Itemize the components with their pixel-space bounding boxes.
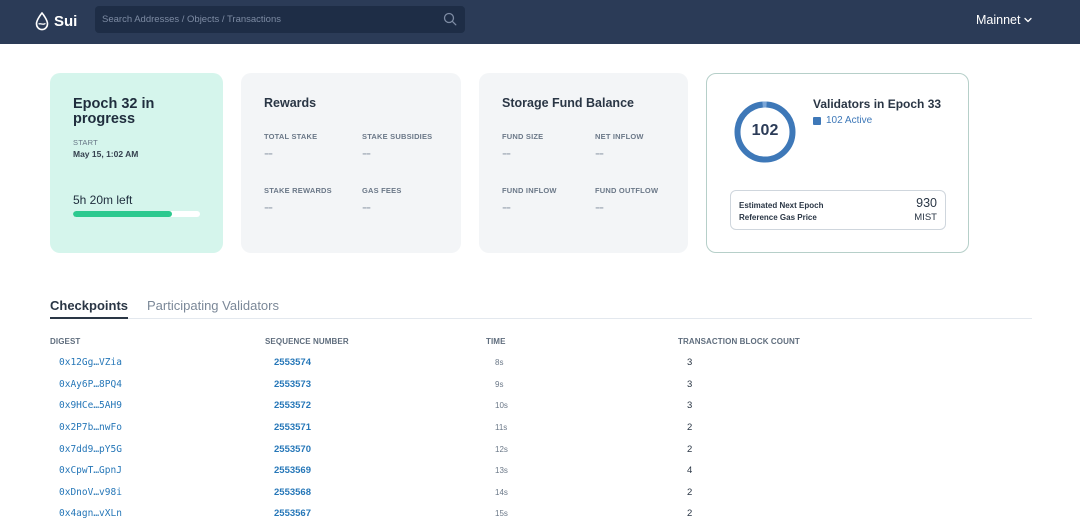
fund-inflow-value: -- bbox=[502, 199, 511, 216]
validators-card: 102 Validators in Epoch 33 102 Active Es… bbox=[706, 73, 969, 253]
tab-checkpoints[interactable]: Checkpoints bbox=[50, 298, 129, 319]
gas-price-value: 930 bbox=[916, 196, 937, 210]
table-row: 0x7dd9…pY5G 2553570 12s 2 bbox=[50, 438, 1032, 460]
epoch-start-label: START bbox=[73, 138, 98, 147]
sequence-number-link[interactable]: 2553569 bbox=[274, 460, 311, 482]
gas-price-unit: MIST bbox=[914, 212, 937, 223]
top-navigation-bar: Sui Mainnet bbox=[0, 0, 1080, 44]
sequence-number-link[interactable]: 2553568 bbox=[274, 482, 311, 504]
gas-fees-value: -- bbox=[362, 199, 371, 216]
validators-title: Validators in Epoch 33 bbox=[813, 97, 942, 111]
stake-rewards-value: -- bbox=[264, 199, 273, 216]
rewards-title: Rewards bbox=[264, 96, 317, 110]
transaction-block-count-cell: 2 bbox=[687, 443, 693, 455]
time-cell: 13s bbox=[495, 466, 508, 476]
transaction-block-count-cell: 3 bbox=[687, 378, 693, 390]
table-row: 0x12Gg…VZia 2553574 8s 3 bbox=[50, 352, 1032, 374]
table-row: 0xCpwT…GpnJ 2553569 13s 4 bbox=[50, 460, 1032, 482]
column-header-sequence-number: SEQUENCE NUMBER bbox=[265, 337, 349, 346]
storage-fund-card: Storage Fund Balance FUND SIZE -- NET IN… bbox=[479, 73, 688, 253]
epoch-progress-bar bbox=[73, 211, 200, 217]
storage-fund-title: Storage Fund Balance bbox=[502, 96, 634, 110]
sequence-number-link[interactable]: 2553573 bbox=[274, 374, 311, 396]
epoch-title: Epoch 32 in progress bbox=[73, 96, 155, 127]
network-label: Mainnet bbox=[976, 13, 1021, 27]
time-cell: 11s bbox=[495, 423, 508, 433]
column-header-time: TIME bbox=[486, 337, 506, 346]
active-validators-label: 102 Active bbox=[826, 115, 873, 126]
tab-participating-validators[interactable]: Participating Validators bbox=[147, 298, 279, 319]
column-header-digest: DIGEST bbox=[50, 337, 81, 346]
digest-link[interactable]: 0xCpwT…GpnJ bbox=[59, 460, 122, 482]
transaction-block-count-cell: 3 bbox=[687, 400, 693, 412]
stake-subsidies-label: STAKE SUBSIDIES bbox=[362, 132, 433, 141]
digest-link[interactable]: 0x12Gg…VZia bbox=[59, 352, 122, 374]
time-cell: 15s bbox=[495, 509, 508, 519]
time-cell: 10s bbox=[495, 401, 508, 411]
sequence-number-link[interactable]: 2553567 bbox=[274, 503, 311, 525]
digest-link[interactable]: 0x7dd9…pY5G bbox=[59, 438, 122, 460]
column-header-transaction-block-count: TRANSACTION BLOCK COUNT bbox=[678, 337, 800, 346]
validators-count: 102 bbox=[751, 122, 779, 139]
search-input[interactable] bbox=[95, 6, 435, 33]
chevron-down-icon bbox=[1024, 17, 1033, 23]
epoch-start-date: May 15, 1:02 AM bbox=[73, 149, 139, 159]
epoch-progress-fill bbox=[73, 211, 173, 217]
stake-rewards-label: STAKE REWARDS bbox=[264, 186, 332, 195]
rewards-card: Rewards TOTAL STAKE -- STAKE SUBSIDIES -… bbox=[241, 73, 461, 253]
digest-link[interactable]: 0x4agn…vXLn bbox=[59, 503, 122, 525]
table-row: 0x4agn…vXLn 2553567 15s 2 bbox=[50, 503, 1032, 525]
sequence-number-link[interactable]: 2553570 bbox=[274, 438, 311, 460]
time-cell: 9s bbox=[495, 379, 504, 389]
digest-link[interactable]: 0xDnoV…v98i bbox=[59, 482, 122, 504]
sui-logo[interactable]: Sui bbox=[35, 10, 77, 32]
digest-link[interactable]: 0x9HCe…5AH9 bbox=[59, 395, 122, 417]
time-cell: 14s bbox=[495, 487, 508, 497]
active-validators-legend: 102 Active bbox=[813, 115, 872, 126]
transaction-block-count-cell: 4 bbox=[687, 465, 693, 477]
net-inflow-label: NET INFLOW bbox=[595, 132, 644, 141]
network-selector[interactable]: Mainnet bbox=[976, 12, 1033, 28]
total-stake-value: -- bbox=[264, 145, 273, 162]
transaction-block-count-cell: 2 bbox=[687, 422, 693, 434]
digest-link[interactable]: 0xAy6P…8PQ4 bbox=[59, 374, 122, 396]
stake-subsidies-value: -- bbox=[362, 145, 371, 162]
time-cell: 12s bbox=[495, 444, 508, 454]
fund-inflow-label: FUND INFLOW bbox=[502, 186, 557, 195]
sui-drop-icon bbox=[35, 11, 49, 30]
epoch-progress-card: Epoch 32 in progress START May 15, 1:02 … bbox=[50, 73, 223, 253]
transaction-block-count-cell: 3 bbox=[687, 357, 693, 369]
fund-size-value: -- bbox=[502, 145, 511, 162]
table-row: 0x9HCe…5AH9 2553572 10s 3 bbox=[50, 395, 1032, 417]
fund-outflow-value: -- bbox=[595, 199, 604, 216]
logo-text: Sui bbox=[54, 12, 78, 30]
time-cell: 8s bbox=[495, 358, 504, 368]
search-icon[interactable] bbox=[443, 12, 457, 26]
table-row: 0xAy6P…8PQ4 2553573 9s 3 bbox=[50, 374, 1032, 396]
fund-outflow-label: FUND OUTFLOW bbox=[595, 186, 659, 195]
legend-swatch-icon bbox=[813, 116, 821, 125]
sequence-number-link[interactable]: 2553571 bbox=[274, 417, 311, 439]
transaction-block-count-cell: 2 bbox=[687, 508, 693, 520]
net-inflow-value: -- bbox=[595, 145, 604, 162]
search-bar bbox=[95, 6, 465, 33]
fund-size-label: FUND SIZE bbox=[502, 132, 544, 141]
transaction-block-count-cell: 2 bbox=[687, 486, 693, 498]
tab-bar: Checkpoints Participating Validators bbox=[50, 296, 1032, 319]
epoch-time-left: 5h 20m left bbox=[73, 193, 133, 207]
table-row: 0x2P7b…nwFo 2553571 11s 2 bbox=[50, 417, 1032, 439]
total-stake-label: TOTAL STAKE bbox=[264, 132, 318, 141]
sequence-number-link[interactable]: 2553572 bbox=[274, 395, 311, 417]
digest-link[interactable]: 0x2P7b…nwFo bbox=[59, 417, 122, 439]
reference-gas-price-box: Estimated Next Epoch Reference Gas Price… bbox=[730, 190, 946, 230]
sequence-number-link[interactable]: 2553574 bbox=[274, 352, 311, 374]
gas-price-label: Estimated Next Epoch Reference Gas Price bbox=[739, 201, 824, 222]
table-row: 0xDnoV…v98i 2553568 14s 2 bbox=[50, 482, 1032, 504]
gas-fees-label: GAS FEES bbox=[362, 186, 402, 195]
